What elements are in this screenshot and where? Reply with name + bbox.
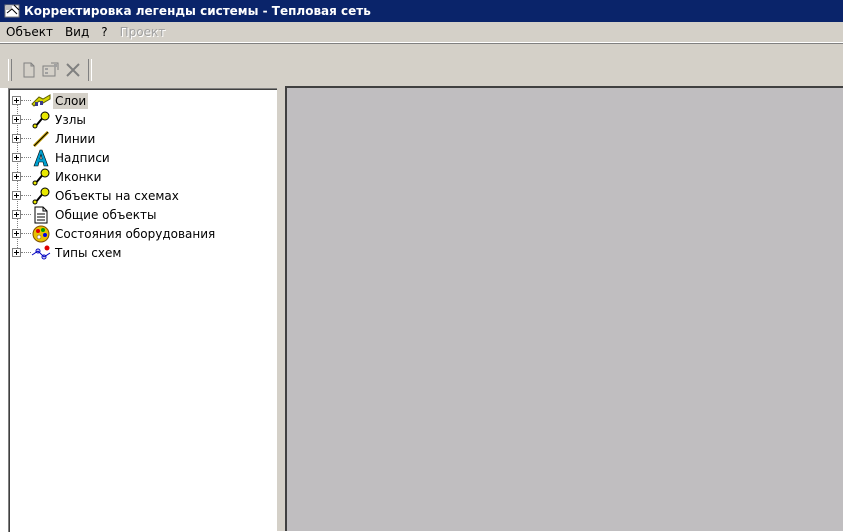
tree-item-label: Общие объекты — [55, 207, 157, 222]
node-icon — [32, 187, 50, 204]
expand-icon[interactable] — [12, 96, 21, 105]
expand-icon[interactable] — [12, 115, 21, 124]
delete-icon — [66, 63, 80, 77]
window-title: Корректировка легенды системы - Тепловая… — [24, 4, 371, 18]
node-icon — [32, 168, 50, 185]
expand-icon[interactable] — [12, 229, 21, 238]
new-button[interactable] — [18, 59, 40, 81]
menu-help[interactable]: ? — [95, 22, 113, 42]
tree-item-label: Типы схем — [55, 245, 122, 260]
tree-item-label: Иконки — [55, 169, 102, 184]
tree-item-label: Узлы — [55, 112, 86, 127]
scheme-types-icon — [31, 245, 51, 259]
properties-icon — [42, 62, 59, 77]
text-label-icon — [33, 149, 49, 166]
tree-item-scheme-types[interactable]: Типы схем — [9, 243, 277, 262]
tree-item-labels[interactable]: Надписи — [9, 148, 277, 167]
title-bar[interactable]: Корректировка легенды системы - Тепловая… — [0, 0, 843, 22]
properties-button[interactable] — [40, 59, 62, 81]
tree-item-equipment-states[interactable]: Состояния оборудования — [9, 224, 277, 243]
expand-icon[interactable] — [12, 210, 21, 219]
tree-item-scheme-objects[interactable]: Объекты на схемах — [9, 186, 277, 205]
toolbar-separator — [88, 59, 92, 81]
content-area[interactable] — [285, 86, 843, 531]
layers-icon — [31, 93, 51, 107]
tree-item-lines[interactable]: Линии — [9, 129, 277, 148]
expand-icon[interactable] — [12, 153, 21, 162]
tree-item-icons[interactable]: Иконки — [9, 167, 277, 186]
legend-app-icon — [4, 4, 20, 18]
menu-project[interactable]: Проект — [114, 22, 172, 42]
menu-object[interactable]: Объект — [0, 22, 59, 42]
tree-item-label: Объекты на схемах — [55, 188, 179, 203]
expand-icon[interactable] — [12, 191, 21, 200]
tree-item-label: Слои — [53, 92, 89, 109]
tree-item-label: Надписи — [55, 150, 110, 165]
line-icon — [32, 130, 50, 147]
document-icon — [34, 206, 48, 223]
tree-item-label: Состояния оборудования — [55, 226, 216, 241]
expand-icon[interactable] — [12, 134, 21, 143]
tree-item-common-objects[interactable]: Общие объекты — [9, 205, 277, 224]
palette-icon — [32, 225, 50, 242]
delete-button[interactable] — [62, 59, 84, 81]
tree-item-layers[interactable]: Слои — [9, 91, 277, 110]
panel-splitter[interactable] — [277, 88, 285, 531]
toolbar-grip[interactable] — [8, 59, 12, 81]
node-icon — [32, 111, 50, 128]
expand-icon[interactable] — [12, 172, 21, 181]
menu-bar: Объект Вид ? Проект — [0, 22, 843, 43]
legend-tree[interactable]: Слои Узлы Линии Надписи Иконки Объекты н… — [8, 88, 278, 532]
menu-view[interactable]: Вид — [59, 22, 95, 42]
tree-item-label: Линии — [55, 131, 96, 146]
new-document-icon — [23, 62, 35, 78]
expand-icon[interactable] — [12, 248, 21, 257]
toolbar — [0, 43, 843, 88]
tree-item-nodes[interactable]: Узлы — [9, 110, 277, 129]
